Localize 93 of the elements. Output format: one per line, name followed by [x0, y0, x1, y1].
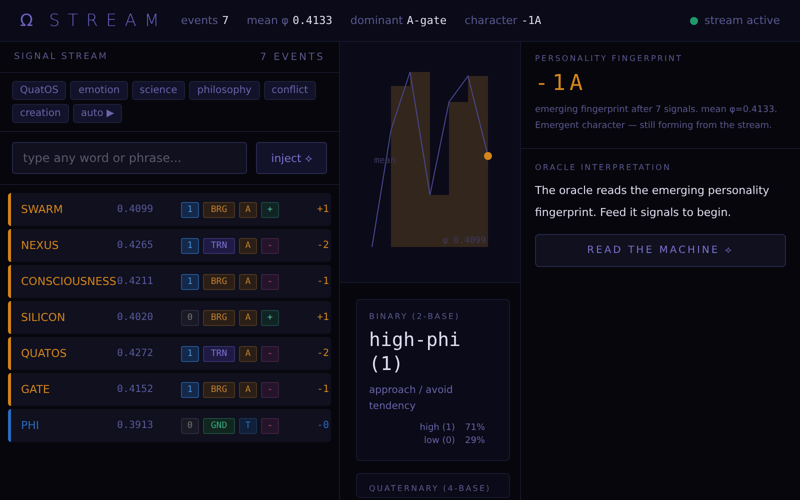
signal-row[interactable]: PHI 0.3913 0 GND T - -0: [8, 409, 331, 442]
delta-value: +1: [317, 312, 330, 323]
stat-label: mean φ: [246, 14, 289, 27]
phi-value: 0.4152: [117, 384, 154, 395]
app-title: STREAM: [49, 10, 168, 30]
event-count: 7 EVENTS: [260, 52, 325, 63]
phi-value: 0.3913: [117, 420, 154, 431]
bit-tag: 0: [181, 310, 199, 326]
sign-tag: +: [261, 310, 279, 326]
gate-tag: BRG: [203, 274, 235, 290]
inject-button[interactable]: inject ⟡: [256, 142, 327, 174]
delta-value: +1: [317, 204, 330, 215]
bit-tag: 1: [181, 202, 199, 218]
signal-row[interactable]: SILICON 0.4020 0 BRG A + +1: [8, 301, 331, 334]
preset-chip[interactable]: auto ▶: [72, 104, 122, 123]
signal-row[interactable]: NEXUS 0.4265 1 TRN A - -2: [8, 229, 331, 262]
signal-word: PHI: [21, 419, 40, 432]
card-label: QUATERNARY (4-BASE): [369, 484, 492, 492]
panel-title: SIGNAL STREAM: [14, 52, 108, 63]
sign-tag: -: [261, 274, 279, 290]
signal-word: SWARM: [21, 203, 64, 216]
share-label: high (1): [420, 422, 455, 432]
bit-tag: 0: [181, 418, 199, 434]
sign-tag: -: [261, 418, 279, 434]
share-value: 29%: [465, 436, 486, 446]
share-value: 71%: [465, 422, 486, 432]
status-label: stream active: [704, 14, 780, 27]
preset-chip[interactable]: philosophy: [189, 81, 260, 100]
phi-reading: φ 0.4099: [442, 236, 486, 246]
gate-tag: TRN: [203, 346, 235, 362]
stat-value: -1A: [521, 14, 542, 27]
bit-tag: 1: [181, 346, 199, 362]
preset-chip[interactable]: conflict: [264, 81, 316, 100]
binary-value: high-phi (1): [369, 329, 462, 376]
sign-tag: -: [261, 238, 279, 254]
bit-tag: 1: [181, 238, 199, 254]
stat-value: A-gate: [406, 14, 447, 27]
share-label: low (0): [423, 436, 455, 446]
preset-chip[interactable]: science: [132, 81, 186, 100]
preset-chip[interactable]: creation: [12, 104, 69, 123]
phi-value: 0.4099: [117, 204, 154, 215]
signal-row[interactable]: CONSCIOUSNESS0.4211 1 BRG A - -1: [8, 265, 331, 298]
delta-value: -2: [317, 240, 330, 251]
phi-value: 0.4265: [117, 240, 154, 251]
section-label: PERSONALITY FINGERPRINT: [535, 54, 684, 63]
letter-tag: T: [239, 418, 257, 434]
signal-row[interactable]: SWARM 0.4099 1 BRG A + +1: [8, 193, 331, 226]
letter-tag: A: [239, 310, 257, 326]
delta-value: -1: [317, 276, 330, 287]
sign-tag: +: [261, 202, 279, 218]
letter-tag: A: [239, 346, 257, 362]
gate-tag: BRG: [203, 202, 235, 218]
stat-label: character: [464, 14, 518, 27]
sign-tag: -: [261, 346, 279, 362]
signal-input[interactable]: type any word or phrase...: [12, 142, 247, 174]
oracle-text: The oracle reads the emerging personality fingerprint. Feed it signals to begin.: [535, 183, 770, 221]
gate-tag: TRN: [203, 238, 235, 254]
signal-row[interactable]: QUATOS 0.4272 1 TRN A - -2: [8, 337, 331, 370]
stat-value: 7: [222, 14, 229, 27]
letter-tag: A: [239, 382, 257, 398]
bit-tag: 1: [181, 382, 199, 398]
bit-tag: 1: [181, 274, 199, 290]
sign-tag: -: [261, 382, 279, 398]
phi-value: 0.4020: [117, 312, 154, 323]
stat-label: events: [181, 14, 218, 27]
phi-value: 0.4211: [117, 276, 154, 287]
signal-word: GATE: [21, 383, 51, 396]
signal-word: SILICON: [21, 311, 66, 324]
letter-tag: A: [239, 202, 257, 218]
phi-value: 0.4272: [117, 348, 154, 359]
signal-word: NEXUS: [21, 239, 60, 252]
gate-tag: GND: [203, 418, 235, 434]
logo-mark: Ω: [20, 10, 33, 30]
letter-tag: A: [239, 238, 257, 254]
fingerprint-text: emerging fingerprint after 7 signals. mean φ=0.4133. Emergent character — still forming from the stream.: [535, 104, 778, 133]
binary-description: approach / avoid tendency: [369, 384, 454, 414]
gate-tag: BRG: [203, 382, 235, 398]
stat-value: 0.4133: [292, 14, 332, 27]
section-label: ORACLE INTERPRETATION: [535, 163, 672, 172]
card-label: BINARY (2-BASE): [369, 312, 461, 321]
stat-label: dominant: [350, 14, 403, 27]
preset-chip[interactable]: emotion: [70, 81, 128, 100]
gate-tag: BRG: [203, 310, 235, 326]
delta-value: -0: [317, 420, 330, 431]
read-machine-button[interactable]: READ THE MACHINE ⟡: [535, 234, 786, 267]
preset-chip[interactable]: QuatOS: [12, 81, 66, 100]
delta-value: -1: [317, 384, 330, 395]
signal-row[interactable]: GATE 0.4152 1 BRG A - -1: [8, 373, 331, 406]
signal-word: CONSCIOUSNESS: [21, 275, 117, 288]
signal-word: QUATOS: [21, 347, 68, 360]
delta-value: -2: [317, 348, 330, 359]
fingerprint-value: -1A: [535, 71, 588, 96]
letter-tag: A: [239, 274, 257, 290]
